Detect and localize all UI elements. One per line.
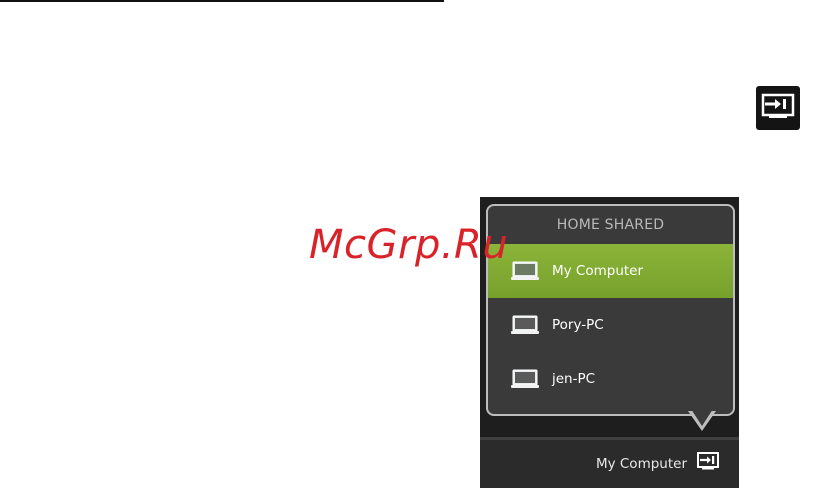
popup-header: HOME SHARED xyxy=(556,217,665,233)
popup-pointer-fill xyxy=(691,409,713,426)
device-label: jen-PC xyxy=(552,371,596,387)
laptop-icon xyxy=(510,260,540,282)
laptop-icon xyxy=(510,314,540,336)
laptop-icon xyxy=(510,368,540,390)
device-item-my-computer[interactable]: My Computer xyxy=(488,244,733,298)
device-item-pory-pc[interactable]: Pory-PC xyxy=(488,298,733,352)
device-label: Pory-PC xyxy=(552,317,604,333)
play-to-device-icon[interactable] xyxy=(697,452,719,476)
current-device-label: My Computer xyxy=(595,456,687,472)
play-to-bar[interactable]: My Computer xyxy=(480,437,739,488)
watermark: McGrp.Ru xyxy=(309,222,509,268)
device-item-jen-pc[interactable]: jen-PC xyxy=(488,352,733,406)
device-label: My Computer xyxy=(552,263,644,279)
device-picker-popup: HOME SHARED My Computer Pory-PC jen-PC xyxy=(486,204,735,416)
top-divider xyxy=(0,0,444,2)
play-to-device-icon xyxy=(756,86,800,130)
